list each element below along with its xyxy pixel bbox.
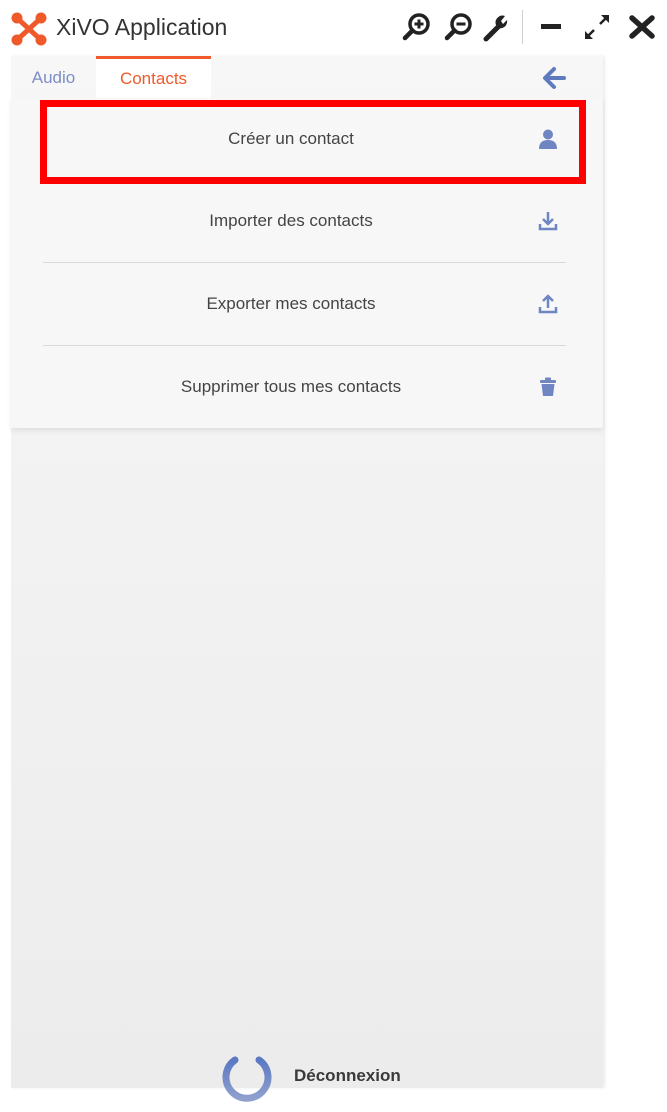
create-contact-item[interactable]: Créer un contact [11, 98, 603, 180]
trash-icon [540, 377, 556, 396]
tab-audio[interactable]: Audio [11, 56, 96, 98]
export-contacts-label: Exporter mes contacts [206, 294, 376, 313]
export-contacts-item[interactable]: Exporter mes contacts [11, 263, 603, 345]
import-contacts-label: Importer des contacts [209, 211, 373, 230]
tab-contacts[interactable]: Contacts [96, 56, 211, 98]
logout-button[interactable]: Déconnexion [216, 1046, 446, 1112]
create-contact-label: Créer un contact [228, 129, 354, 148]
wrench-icon[interactable] [482, 12, 512, 42]
content-area [605, 56, 667, 1088]
download-icon [538, 212, 558, 231]
toolbar-separator [522, 10, 523, 44]
app-title: XiVO Application [56, 14, 228, 40]
tab-bar: Audio Contacts [11, 56, 603, 98]
logout-label: Déconnexion [294, 1066, 401, 1085]
user-icon [539, 129, 557, 149]
zoom-out-icon[interactable] [444, 12, 474, 42]
close-icon[interactable] [628, 12, 658, 42]
side-panel: Audio Contacts Créer un contact Importer… [11, 56, 603, 1102]
import-contacts-item[interactable]: Importer des contacts [11, 180, 603, 262]
contacts-menu: Créer un contact Importer des contacts E… [11, 98, 603, 428]
back-arrow-icon[interactable] [541, 66, 567, 90]
delete-all-contacts-label: Supprimer tous mes contacts [180, 377, 402, 396]
power-icon [222, 1046, 272, 1102]
xivo-logo-icon [11, 12, 47, 46]
delete-all-contacts-item[interactable]: Supprimer tous mes contacts [11, 346, 603, 428]
maximize-icon[interactable] [582, 12, 612, 42]
upload-icon [538, 294, 558, 314]
minimize-icon[interactable] [538, 12, 568, 42]
zoom-in-icon[interactable] [402, 12, 432, 42]
title-bar: XiVO Application [0, 0, 667, 56]
